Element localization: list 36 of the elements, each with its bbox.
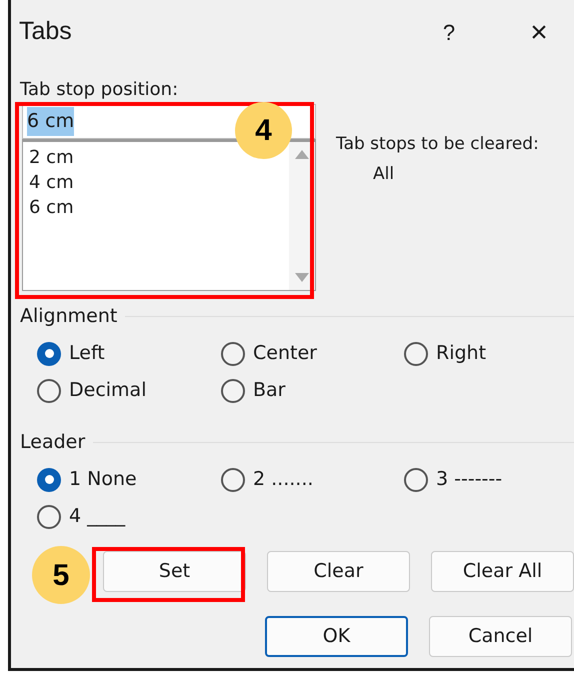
list-box[interactable]: 2 cm 4 cm 6 cm [22, 139, 316, 291]
radio-button[interactable] [221, 468, 245, 492]
help-button[interactable]: ? [429, 16, 469, 48]
radio-label: 1 None [69, 467, 137, 492]
radio-button[interactable] [37, 378, 61, 402]
radio-button[interactable] [221, 342, 245, 366]
window-title: Tabs [19, 16, 73, 48]
field-label: Tab stops to be cleared: [336, 133, 539, 156]
radio-label: Bar [253, 378, 286, 404]
field-value: 6 cm [27, 107, 74, 136]
list-item[interactable]: 6 cm [29, 195, 74, 220]
radio-button[interactable] [404, 468, 428, 492]
ok-button[interactable]: OK [265, 616, 408, 657]
radio-button[interactable] [404, 342, 428, 366]
group-title: Leader [20, 430, 86, 455]
radio-button[interactable] [37, 468, 61, 492]
close-button[interactable]: × [519, 10, 559, 54]
cancel-button[interactable]: Cancel [429, 616, 572, 657]
radio-button[interactable] [37, 342, 61, 366]
group-title: Alignment [20, 304, 118, 329]
field-value: All [372, 162, 396, 186]
radio-label: 3 ------- [436, 467, 502, 492]
radio-label: Decimal [69, 378, 146, 404]
radio-label: 4 ____ [69, 504, 126, 530]
radio-label: 2 ....... [253, 467, 314, 492]
radio-button[interactable] [221, 378, 245, 402]
radio-label: Center [253, 341, 317, 366]
radio-label: Left [69, 341, 105, 366]
field-label: Tab stop position: [20, 78, 180, 102]
radio-button[interactable] [37, 504, 61, 528]
action-button[interactable]: Set [103, 551, 246, 592]
action-button[interactable]: Clear All [431, 551, 574, 592]
radio-label: Right [436, 341, 486, 366]
action-button[interactable]: Clear [267, 551, 410, 592]
list-item[interactable]: 2 cm [29, 145, 74, 170]
list-item[interactable]: 4 cm [29, 170, 74, 195]
